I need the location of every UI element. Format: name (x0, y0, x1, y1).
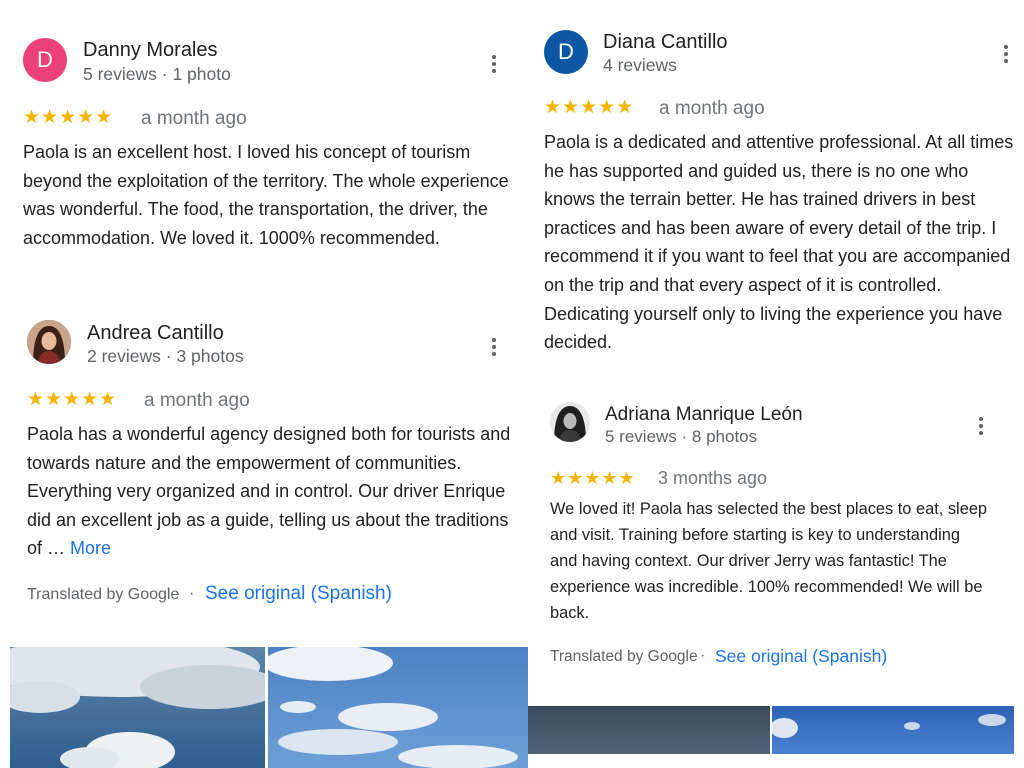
translated-by-google-label: Translated by Google (550, 648, 698, 665)
review-photo[interactable] (772, 706, 1014, 754)
reviewer-name[interactable]: Adriana Manrique León (605, 404, 803, 426)
more-options-icon[interactable] (484, 51, 504, 77)
left-review-column: D Danny Morales 5 reviews · 1 photo ★★★★… (0, 0, 528, 768)
reviewer-name[interactable]: Danny Morales (83, 39, 218, 62)
separator-dot: · (700, 647, 706, 664)
star-rating: ★★★★★ (27, 389, 118, 410)
reviewer-avatar[interactable] (550, 402, 590, 442)
review-date: 3 months ago (658, 468, 768, 488)
review-photo[interactable] (10, 647, 265, 768)
see-original-link[interactable]: See original (Spanish) (205, 583, 392, 605)
reviewer-name[interactable]: Diana Cantillo (603, 31, 728, 54)
review-card: D Diana Cantillo 4 reviews ★★★★★ a month… (528, 0, 1024, 380)
review-card: D Danny Morales 5 reviews · 1 photo ★★★★… (0, 0, 528, 300)
star-rating: ★★★★★ (550, 468, 636, 488)
review-date: a month ago (144, 390, 250, 411)
reviewer-meta: 2 reviews · 3 photos (87, 346, 244, 366)
review-card: Andrea Cantillo 2 reviews · 3 photos ★★★… (0, 300, 528, 640)
review-text: Paola has a wonderful agency designed bo… (27, 420, 515, 563)
reviewer-avatar[interactable]: D (544, 30, 588, 74)
reviewer-name[interactable]: Andrea Cantillo (87, 322, 224, 345)
reviewer-meta: 4 reviews (603, 55, 677, 75)
translated-by-google-label: Translated by Google (27, 586, 180, 603)
right-review-column: D Diana Cantillo 4 reviews ★★★★★ a month… (528, 0, 1024, 768)
see-original-link[interactable]: See original (Spanish) (715, 646, 887, 667)
more-options-icon[interactable] (971, 413, 991, 439)
more-options-icon[interactable] (484, 334, 504, 360)
more-options-icon[interactable] (996, 41, 1016, 67)
review-text: Paola is an excellent host. I loved his … (23, 142, 509, 248)
review-card: Adriana Manrique León 5 reviews · 8 phot… (528, 380, 1024, 680)
avatar-letter: D (558, 39, 574, 64)
sky-photo-image (268, 647, 528, 768)
avatar-letter: D (37, 47, 53, 72)
review-text: Paola is a dedicated and attentive profe… (544, 132, 1014, 353)
separator-dot: · (189, 585, 195, 602)
reviewer-meta: 5 reviews · 1 photo (83, 64, 231, 84)
review-date: a month ago (141, 108, 247, 129)
star-rating: ★★★★★ (544, 97, 635, 118)
review-date: a month ago (659, 98, 765, 119)
reviewer-avatar[interactable] (27, 320, 71, 364)
sky-photo-image (772, 706, 1014, 754)
profile-photo-icon (27, 320, 71, 364)
review-text: We loved it! Paola has selected the best… (550, 500, 988, 622)
more-link[interactable]: More (70, 538, 111, 558)
star-rating: ★★★★★ (23, 107, 114, 128)
review-photo[interactable] (268, 647, 528, 768)
reviewer-meta: 5 reviews · 8 photos (605, 427, 758, 446)
sky-photo-image (528, 706, 770, 754)
profile-photo-icon (550, 402, 590, 442)
reviewer-avatar[interactable]: D (23, 38, 67, 82)
sky-photo-image (10, 647, 265, 768)
review-photo[interactable] (528, 706, 770, 754)
